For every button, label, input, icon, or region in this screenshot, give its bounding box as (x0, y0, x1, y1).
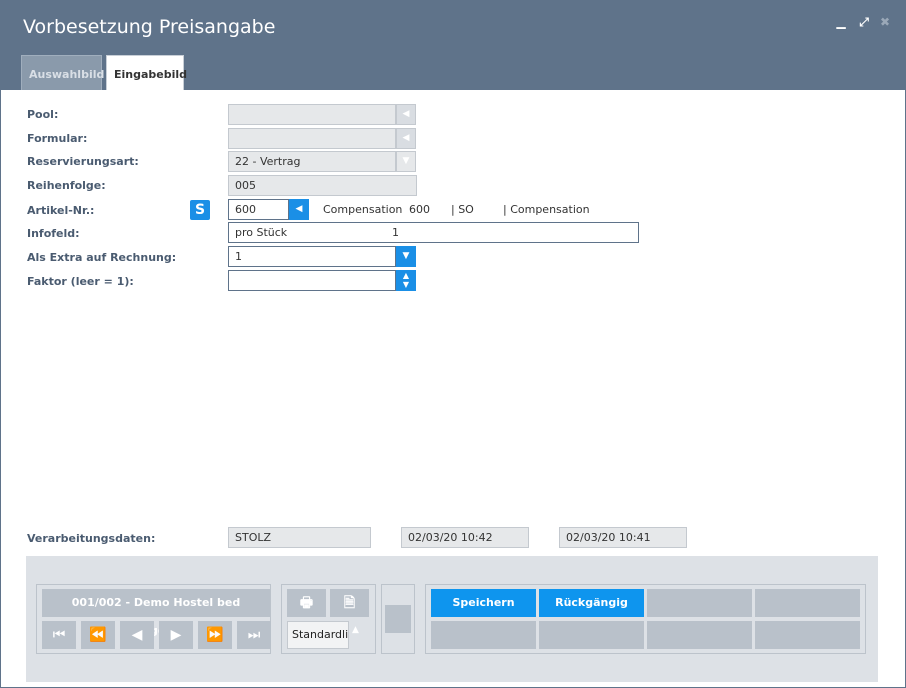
artikel-desc-1: Compensation (323, 203, 403, 216)
print-group: 🖶 🗎 Standardli ▲ (281, 584, 376, 654)
formular-lookup-button[interactable]: ◀ (396, 128, 416, 149)
misc-button[interactable] (385, 605, 411, 633)
spinner-arrows-icon[interactable]: ▲ ▼ (396, 270, 416, 291)
infofeld-label: Infofeld: (27, 227, 80, 240)
infofeld-value-right: 1 (392, 226, 399, 239)
verarbeitung-user: STOLZ (228, 527, 371, 548)
layout-select[interactable]: Standardli (287, 621, 349, 649)
chevron-up-icon[interactable]: ▲ (352, 625, 359, 635)
faktor-input[interactable] (228, 270, 396, 291)
s-search-button[interactable]: S (190, 200, 210, 220)
window-title: Vorbesetzung Preisangabe (23, 16, 276, 38)
first-record-icon[interactable]: ⏮ (42, 621, 76, 649)
action-button-8[interactable] (755, 621, 860, 649)
artikel-desc-3: | SO (451, 203, 474, 216)
last-record-icon[interactable]: ⏭ (237, 621, 271, 649)
artikel-input[interactable]: 600 (228, 199, 289, 220)
chevron-down-icon[interactable]: ▼ (396, 246, 416, 267)
action-button-7[interactable] (647, 621, 752, 649)
artikel-desc-2: 600 (409, 203, 430, 216)
save-button[interactable]: Speichern (431, 589, 536, 617)
previous-record-icon[interactable]: ◀ (120, 621, 154, 649)
artikel-desc-4: | Compensation (503, 203, 590, 216)
record-indicator: 001/002 - Demo Hostel bed categories (42, 589, 270, 637)
pdf-icon[interactable]: 🗎 (330, 589, 369, 617)
extra-select[interactable]: 1 (228, 246, 396, 267)
dialog-window: Vorbesetzung Preisangabe ▁ ⤢ ✖ Auswahlbi… (0, 0, 906, 688)
extra-label: Als Extra auf Rechnung: (27, 251, 177, 264)
reservierungsart-label: Reservierungsart: (27, 155, 139, 168)
action-button-4[interactable] (755, 589, 860, 617)
action-button-3[interactable] (647, 589, 752, 617)
reservierungsart-select[interactable]: 22 - Vertrag (228, 151, 396, 172)
title-bar: Vorbesetzung Preisangabe ▁ ⤢ ✖ Auswahlbi… (1, 1, 905, 90)
pool-label: Pool: (27, 108, 59, 121)
artikel-lookup-button[interactable]: ◀ (289, 199, 309, 220)
fast-forward-icon[interactable]: ⏩ (198, 621, 232, 649)
misc-group (381, 584, 415, 654)
tab-auswahlbild[interactable]: Auswahlbild (21, 55, 104, 90)
pool-field[interactable] (228, 104, 396, 125)
close-icon[interactable]: ✖ (878, 15, 892, 29)
verarbeitung-label: Verarbeitungsdaten: (27, 532, 156, 545)
chevron-down-icon[interactable]: ▼ (396, 151, 416, 172)
action-button-6[interactable] (539, 621, 644, 649)
verarbeitung-date-2: 02/03/20 10:41 (559, 527, 687, 548)
print-icon[interactable]: 🖶 (287, 589, 326, 617)
record-navigation-group: 001/002 - Demo Hostel bed categories ⏮ ⏪… (36, 584, 271, 654)
footer-toolbar: 001/002 - Demo Hostel bed categories ⏮ ⏪… (26, 556, 878, 682)
tab-eingabebild[interactable]: Eingabebild (106, 55, 187, 90)
rewind-icon[interactable]: ⏪ (81, 621, 115, 649)
action-button-5[interactable] (431, 621, 536, 649)
faktor-label: Faktor (leer = 1): (27, 275, 134, 288)
formular-label: Formular: (27, 132, 88, 145)
verarbeitung-date-1: 02/03/20 10:42 (401, 527, 529, 548)
infofeld-value-left: pro Stück (235, 226, 288, 239)
next-record-icon[interactable]: ▶ (159, 621, 193, 649)
artikel-label: Artikel-Nr.: (27, 204, 95, 217)
formular-field[interactable] (228, 128, 396, 149)
minimize-icon[interactable]: ▁ (834, 15, 848, 29)
maximize-icon[interactable]: ⤢ (857, 15, 871, 29)
infofeld-input[interactable]: pro Stück 1 (228, 222, 639, 243)
undo-button[interactable]: Rückgängig (539, 589, 644, 617)
pool-lookup-button[interactable]: ◀ (396, 104, 416, 125)
reihenfolge-label: Reihenfolge: (27, 179, 106, 192)
reihenfolge-field[interactable]: 005 (228, 175, 417, 196)
action-group: Speichern Rückgängig (425, 584, 866, 654)
